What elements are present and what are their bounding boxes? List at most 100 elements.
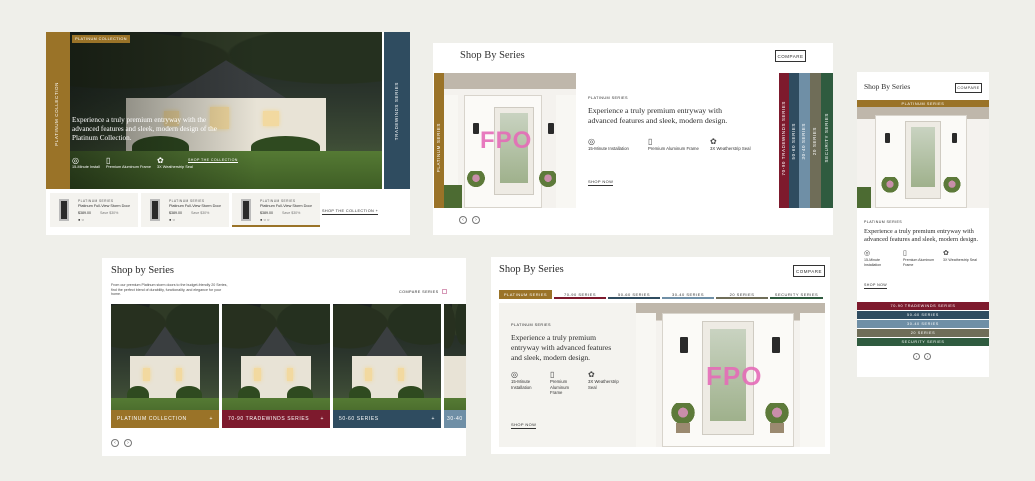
platinum-series-bar[interactable]: PLATINUM SERIES (857, 100, 989, 107)
tradewinds-side-label: TRADEWINDS SERIES (394, 82, 399, 141)
series-headline: Experience a truly premium entryway with… (511, 333, 612, 362)
shop-the-collection-link[interactable]: SHOP THE COLLECTION (188, 158, 238, 163)
feature-frame: ▯ Premium Aluminum Frame (648, 137, 708, 152)
feature-install: ◎ 15-Minute Installation (588, 137, 638, 152)
section-title: Shop by Series (111, 265, 174, 276)
feature-frame: ▯ Premium Aluminum Frame (106, 156, 156, 171)
tradewinds-side-band[interactable]: TRADEWINDS SERIES (384, 32, 410, 189)
compare-button[interactable]: COMPARE (775, 50, 806, 62)
timer-icon: ◎ (511, 370, 518, 379)
swatch-dots[interactable]: ● ○ (169, 217, 175, 222)
shop-by-series-tiles-card: Shop by Series From our premium Platinum… (102, 258, 466, 456)
stripe-50-60-series[interactable]: 50-60 SERIES (789, 73, 799, 208)
frame-icon: ▯ (106, 156, 111, 165)
platinum-collection-card: PLATINUM COLLECTION PLATINUM COLLECTION … (46, 32, 410, 235)
series-eyebrow: PLATINUM SERIES (511, 323, 551, 327)
bar-security-series[interactable]: SECURITY SERIES (857, 338, 989, 346)
series-headline: Experience a truly premium entryway with… (588, 106, 728, 125)
tab-security-series[interactable]: SECURITY SERIES (770, 290, 823, 299)
hero-headline: Experience a truly premium entryway with… (72, 116, 217, 142)
shop-by-series-mobile-card: Shop By Series COMPARE PLATINUM SERIES P… (857, 72, 989, 377)
feature-install: ◎ 15-Minute Installation (864, 249, 896, 267)
bar-30-40-series[interactable]: 30-40 SERIES (857, 320, 989, 328)
series-eyebrow: PLATINUM SERIES (588, 96, 628, 100)
feature-seal: ✿ 3X Weatherstrip Seal (943, 249, 987, 263)
plus-icon: + (320, 416, 324, 422)
feature-seal: ✿ 3X Weatherstrip Seal (588, 370, 624, 390)
platinum-side-label: PLATINUM COLLECTION (54, 82, 59, 146)
bar-20-series[interactable]: 20 SERIES (857, 329, 989, 337)
timer-icon: ◎ (72, 156, 79, 165)
product-card[interactable]: PLATINUM SERIES Platinum Full-View Storm… (232, 193, 320, 227)
swatch-dots[interactable]: ● ○ ○ (260, 217, 269, 222)
shop-by-series-desktop-card: Shop By Series COMPARE PLATINUM SERIES F… (433, 43, 833, 235)
series-headline: Experience a truly premium entryway with… (864, 228, 979, 243)
section-title: Shop By Series (460, 50, 525, 61)
stripe-20-series[interactable]: 20 SERIES (810, 73, 821, 208)
frame-icon: ▯ (903, 250, 907, 257)
seal-icon: ✿ (588, 370, 595, 379)
door-thumbnail (150, 199, 160, 221)
bar-50-60-series[interactable]: 50-60 SERIES (857, 311, 989, 319)
tab-50-60-series[interactable]: 50-60 SERIES (608, 290, 660, 299)
feature-install: ◎ 15-Minute Install (72, 156, 106, 171)
section-title: Shop By Series (499, 264, 564, 275)
tab-30-40-series[interactable]: 30-40 SERIES (662, 290, 714, 299)
stripe-70-90-series[interactable]: 70-90 TRADEWINDS SERIES (779, 73, 789, 208)
timer-icon: ◎ (864, 250, 871, 257)
seal-icon: ✿ (710, 137, 717, 146)
stripe-security-series[interactable]: SECURITY SERIES (821, 73, 833, 208)
tab-platinum-series[interactable]: PLATINUM SERIES (499, 290, 552, 299)
prev-button[interactable]: ‹ (913, 353, 920, 360)
shop-now-link[interactable]: SHOP NOW (864, 283, 888, 289)
feature-frame: ▯ Premium Aluminum Frame (903, 249, 939, 267)
tile-label-30-40[interactable]: 30-40 (444, 410, 466, 428)
swatch-dots[interactable]: ● ○ (78, 217, 84, 222)
shop-now-link[interactable]: SHOP NOW (588, 179, 614, 186)
door-image: FPO (444, 73, 576, 208)
next-button[interactable]: › (472, 216, 480, 224)
next-button[interactable]: › (124, 439, 132, 447)
section-subtitle: From our premium Platinum storm doors to… (111, 283, 228, 297)
seal-icon: ✿ (943, 250, 949, 257)
tab-20-series[interactable]: 20 SERIES (716, 290, 768, 299)
section-title: Shop By Series (864, 82, 911, 91)
stripe-30-40-series[interactable]: 30-40 SERIES (799, 73, 810, 208)
door-thumbnail (241, 199, 251, 221)
plus-icon: + (209, 416, 213, 422)
door-image: FPO (636, 303, 825, 447)
platinum-side-band[interactable]: PLATINUM COLLECTION (46, 32, 70, 189)
tab-70-90-series[interactable]: 70-90 SERIES (554, 290, 606, 299)
prev-button[interactable]: ‹ (111, 439, 119, 447)
plus-icon: + (431, 416, 435, 422)
feature-seal: ✿ 3X Weatherstrip Seal (710, 137, 766, 152)
shop-by-series-tabs-card: Shop By Series COMPARE PLATINUM SERIES 7… (491, 257, 830, 454)
tile-label-70-90[interactable]: 70-90 TRADEWINDS SERIES + (222, 410, 330, 428)
bar-70-90-series[interactable]: 70-90 TRADEWINDS SERIES (857, 302, 989, 310)
feature-install: ◎ 15-Minute Installation (511, 370, 545, 390)
products-shop-link[interactable]: SHOP THE COLLECTION + (322, 209, 379, 215)
frame-icon: ▯ (550, 370, 555, 379)
platinum-series-band[interactable]: PLATINUM SERIES (434, 73, 444, 208)
product-card[interactable]: PLATINUM SERIES Platinum Full-View Storm… (50, 193, 138, 227)
shop-now-link[interactable]: SHOP NOW (511, 422, 537, 429)
platinum-badge: PLATINUM COLLECTION (72, 35, 130, 43)
tile-label-platinum[interactable]: PLATINUM COLLECTION + (111, 410, 219, 428)
feature-frame: ▯ Premium Aluminum Frame (550, 370, 580, 396)
door-image (857, 107, 989, 208)
prev-button[interactable]: ‹ (459, 216, 467, 224)
compare-button[interactable]: COMPARE (955, 83, 982, 93)
fpo-placeholder: FPO (706, 361, 763, 391)
timer-icon: ◎ (588, 137, 595, 146)
platinum-series-label: PLATINUM SERIES (436, 123, 441, 173)
series-eyebrow: PLATINUM SERIES (864, 220, 903, 224)
tile-label-50-60[interactable]: 50-60 SERIES + (333, 410, 441, 428)
compare-button[interactable]: COMPARE (793, 265, 825, 277)
fpo-placeholder: FPO (480, 127, 533, 154)
compare-series-link[interactable]: COMPARE SERIES (399, 289, 447, 294)
frame-icon: ▯ (648, 137, 653, 146)
compare-checkbox-icon (441, 289, 447, 294)
door-thumbnail (59, 199, 69, 221)
product-card[interactable]: PLATINUM SERIES Platinum Full-View Storm… (141, 193, 229, 227)
next-button[interactable]: › (924, 353, 931, 360)
